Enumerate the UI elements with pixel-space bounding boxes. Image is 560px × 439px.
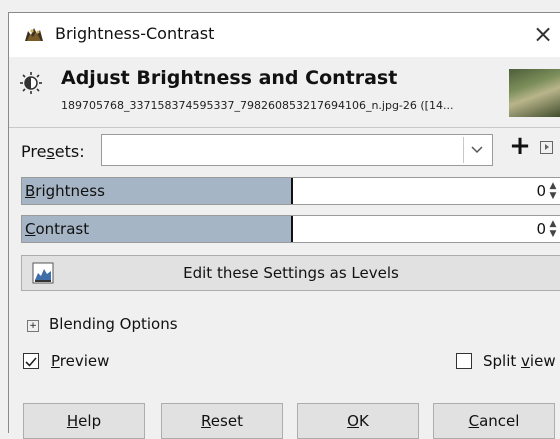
divider	[9, 127, 560, 128]
brightness-contrast-icon	[20, 72, 42, 94]
brightness-label: Brightness	[25, 182, 105, 200]
split-view-label[interactable]: Split view	[483, 352, 556, 370]
brightness-value[interactable]: 0	[536, 182, 546, 200]
edit-as-levels-label: Edit these Settings as Levels	[183, 264, 399, 282]
ok-button[interactable]: OK	[297, 403, 419, 439]
checkmark-icon	[25, 357, 37, 367]
contrast-value[interactable]: 0	[536, 220, 546, 238]
brightness-slider[interactable]: Brightness 0 ▲ ▼	[21, 177, 560, 205]
blending-options-expander[interactable]: + Blending Options	[27, 315, 178, 333]
title-bar: Brightness-Contrast ×	[9, 13, 560, 57]
brightness-spin-icon[interactable]: ▲ ▼	[548, 181, 558, 201]
preview-label[interactable]: Preview	[51, 352, 109, 370]
dialog-heading: Adjust Brightness and Contrast	[61, 67, 398, 89]
dialog-window: Brightness-Contrast × Adjust Brightness …	[8, 12, 560, 439]
contrast-spin-icon[interactable]: ▲ ▼	[548, 219, 558, 239]
split-view-checkbox[interactable]	[456, 353, 472, 369]
gimp-wilber-icon	[25, 28, 43, 41]
cancel-button[interactable]: Cancel	[433, 403, 555, 439]
help-button[interactable]: Help	[23, 403, 145, 439]
add-preset-icon[interactable]: +	[508, 131, 532, 161]
contrast-slider[interactable]: Contrast 0 ▲ ▼	[21, 215, 560, 243]
edit-as-levels-button[interactable]: Edit these Settings as Levels	[21, 255, 560, 291]
reset-button[interactable]: Reset	[161, 403, 283, 439]
presets-menu-icon[interactable]	[540, 141, 553, 154]
window-title: Brightness-Contrast	[55, 24, 215, 43]
presets-combo[interactable]	[101, 134, 493, 166]
preview-checkbox[interactable]	[23, 353, 39, 369]
image-filename: 189705768_337158374595337_79826085321769…	[61, 99, 454, 112]
dialog-header: Adjust Brightness and Contrast 189705768…	[9, 61, 560, 125]
contrast-label: Contrast	[25, 220, 90, 238]
expand-icon: +	[27, 320, 39, 332]
image-thumbnail	[509, 69, 560, 117]
close-icon[interactable]: ×	[529, 19, 557, 49]
chevron-down-icon[interactable]	[463, 137, 490, 163]
presets-label: Presets:	[21, 142, 85, 161]
blending-options-label: Blending Options	[49, 315, 178, 333]
